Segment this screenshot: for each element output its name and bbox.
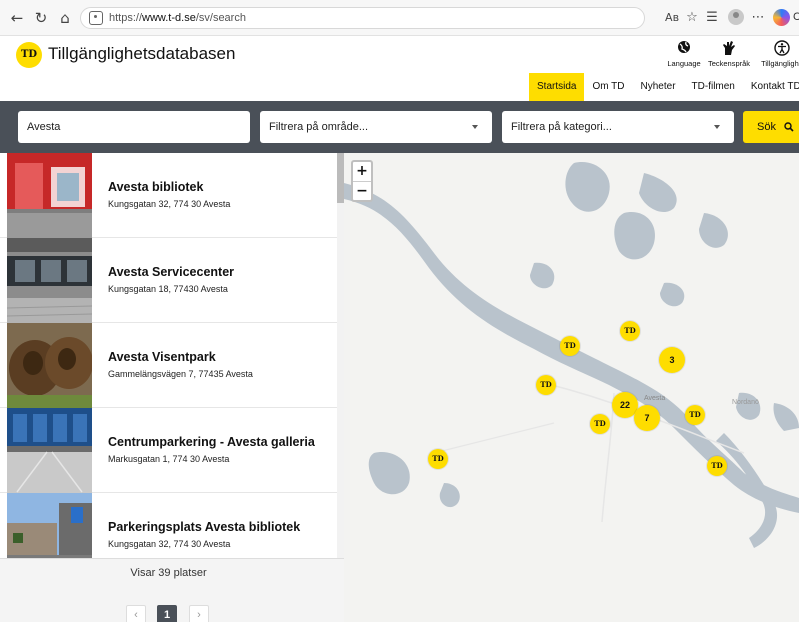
map-label-nordano: Nordanö bbox=[732, 399, 759, 406]
result-thumbnail bbox=[7, 153, 92, 238]
result-item[interactable]: Avesta bibliotek Kungsgatan 32, 774 30 A… bbox=[0, 153, 343, 238]
back-icon[interactable]: ← bbox=[8, 9, 26, 27]
main-nav: Startsida Om TD Nyheter TD-filmen Kontak… bbox=[529, 73, 799, 101]
search-input[interactable] bbox=[18, 111, 250, 143]
map[interactable]: Avesta Nordanö bbox=[344, 153, 799, 622]
results-list: Avesta bibliotek Kungsgatan 32, 774 30 A… bbox=[0, 153, 344, 622]
site-title[interactable]: Tillgänglighetsdatabasen bbox=[48, 44, 235, 64]
result-item[interactable]: Avesta Visentpark Gammelängsvägen 7, 774… bbox=[0, 323, 343, 408]
sign-language-icon bbox=[699, 40, 759, 58]
nav-startsida[interactable]: Startsida bbox=[529, 73, 585, 101]
results-scrollbar[interactable] bbox=[337, 153, 344, 558]
more-menu-icon[interactable]: ⋯ bbox=[750, 9, 766, 27]
td-logo[interactable]: TD bbox=[16, 42, 42, 68]
home-icon[interactable]: ⌂ bbox=[56, 9, 74, 27]
reload-icon[interactable]: ↻ bbox=[32, 9, 50, 27]
area-filter-select[interactable]: Filtrera på område... bbox=[260, 111, 492, 143]
map-marker[interactable]: TD bbox=[707, 456, 727, 476]
result-item[interactable]: Avesta Servicecenter Kungsgatan 18, 7743… bbox=[0, 238, 343, 323]
map-cluster-marker[interactable]: 3 bbox=[659, 347, 685, 373]
nav-nyheter[interactable]: Nyheter bbox=[633, 73, 684, 101]
page-1-button[interactable]: 1 bbox=[157, 605, 177, 622]
result-address: Kungsgatan 32, 774 30 Avesta bbox=[108, 539, 231, 549]
result-name: Avesta Servicecenter bbox=[108, 265, 235, 279]
result-count: Visar 39 platser bbox=[130, 567, 207, 579]
area-filter-placeholder: Filtrera på område... bbox=[269, 121, 369, 133]
result-address: Kungsgatan 32, 774 30 Avesta bbox=[108, 199, 231, 209]
nav-kontakt-td[interactable]: Kontakt TD bbox=[743, 73, 799, 101]
address-bar[interactable]: https://www.t-d.se/sv/search bbox=[80, 7, 645, 29]
search-button[interactable]: Sök bbox=[743, 111, 799, 143]
favorites-list-icon[interactable]: ☰ bbox=[704, 9, 720, 27]
browser-toolbar: ← ↻ ⌂ https://www.t-d.se/sv/search Aʙ ☆ … bbox=[0, 0, 799, 36]
map-marker[interactable]: TD bbox=[620, 321, 640, 341]
zoom-control: + − bbox=[351, 160, 373, 202]
profile-avatar[interactable] bbox=[728, 9, 744, 25]
chevron-down-icon bbox=[472, 125, 478, 129]
result-item[interactable]: Centrumparkering - Avesta galleria Marku… bbox=[0, 408, 343, 493]
read-aloud-icon[interactable]: Aʙ bbox=[664, 9, 680, 27]
result-address: Kungsgatan 18, 77430 Avesta bbox=[108, 284, 228, 294]
search-button-label: Sök bbox=[757, 121, 776, 133]
result-address: Gammelängsvägen 7, 77435 Avesta bbox=[108, 369, 253, 379]
accessibility-link[interactable]: Tillgänglighe bbox=[752, 40, 799, 68]
map-marker[interactable]: TD bbox=[536, 375, 556, 395]
result-thumbnail bbox=[7, 408, 92, 493]
copilot-label: C bbox=[793, 11, 799, 23]
result-thumbnail bbox=[7, 323, 92, 408]
map-cluster-marker[interactable]: 7 bbox=[634, 405, 660, 431]
map-marker[interactable]: TD bbox=[560, 336, 580, 356]
result-thumbnail bbox=[7, 238, 92, 323]
result-name: Centrumparkering - Avesta galleria bbox=[108, 435, 315, 449]
result-name: Avesta bibliotek bbox=[108, 180, 204, 194]
result-name: Parkeringsplats Avesta bibliotek bbox=[108, 520, 301, 534]
next-page-button[interactable]: › bbox=[189, 605, 209, 622]
map-base bbox=[344, 153, 799, 622]
map-marker[interactable]: TD bbox=[590, 414, 610, 434]
result-address: Markusgatan 1, 774 30 Avesta bbox=[108, 454, 230, 464]
map-marker[interactable]: TD bbox=[685, 405, 705, 425]
accessibility-icon bbox=[752, 40, 799, 58]
copilot-icon[interactable] bbox=[773, 9, 790, 26]
search-icon bbox=[784, 122, 794, 132]
sign-language-link[interactable]: Teckenspråk bbox=[699, 40, 759, 68]
map-label-avesta: Avesta bbox=[644, 395, 666, 402]
url-text: https://www.t-d.se/sv/search bbox=[109, 12, 246, 24]
scrollbar-thumb[interactable] bbox=[337, 153, 344, 203]
zoom-out-button[interactable]: − bbox=[353, 181, 371, 200]
lock-icon bbox=[89, 11, 103, 25]
category-filter-placeholder: Filtrera på kategori... bbox=[511, 121, 612, 133]
nav-om-td[interactable]: Om TD bbox=[584, 73, 632, 101]
chevron-down-icon bbox=[714, 125, 720, 129]
map-marker[interactable]: TD bbox=[428, 449, 448, 469]
favorite-star-icon[interactable]: ☆ bbox=[684, 9, 700, 27]
category-filter-select[interactable]: Filtrera på kategori... bbox=[502, 111, 734, 143]
result-name: Avesta Visentpark bbox=[108, 350, 216, 364]
prev-page-button[interactable]: ‹ bbox=[126, 605, 146, 622]
zoom-in-button[interactable]: + bbox=[353, 162, 371, 181]
nav-td-filmen[interactable]: TD-filmen bbox=[684, 73, 743, 101]
